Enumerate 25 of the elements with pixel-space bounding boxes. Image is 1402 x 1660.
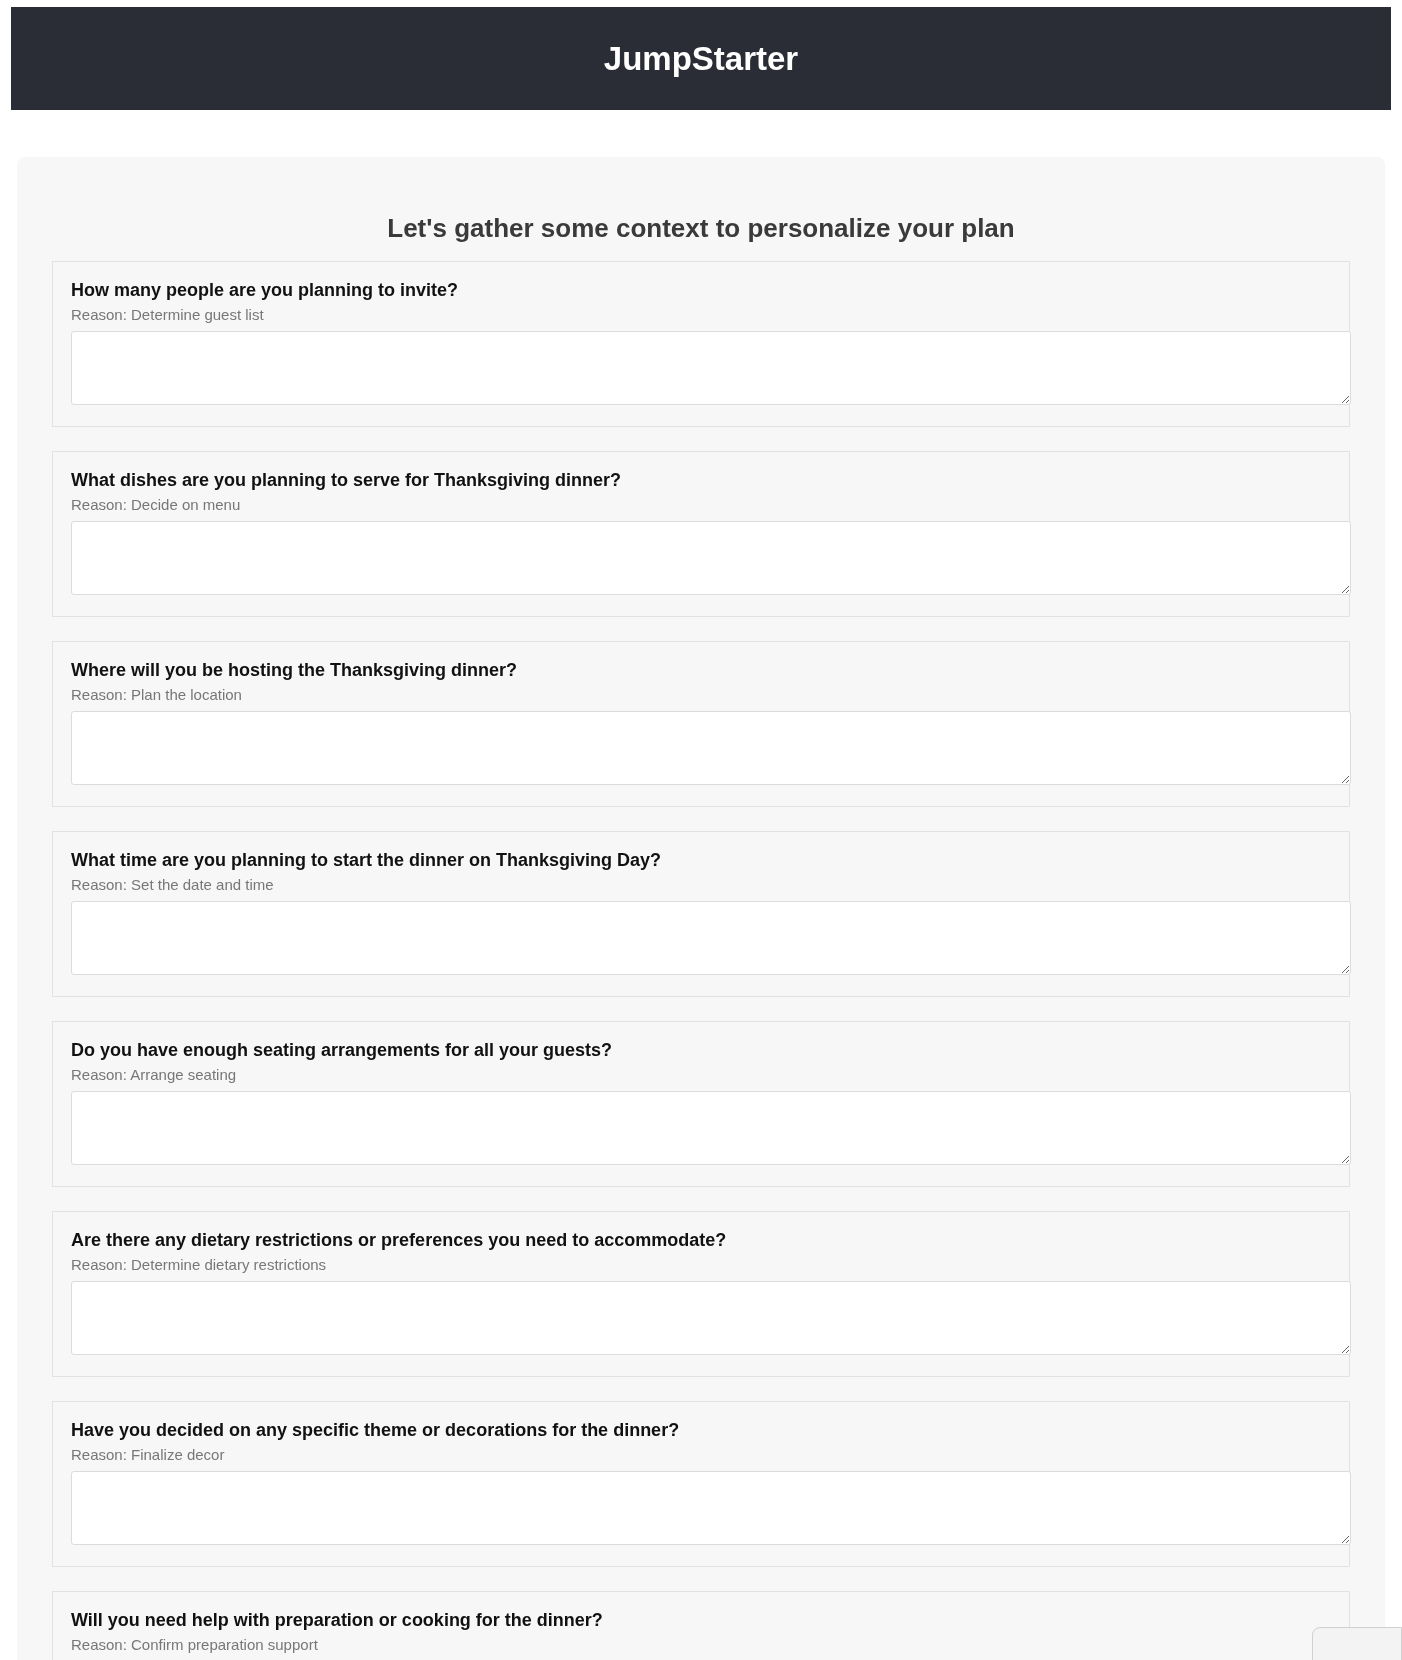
answer-field[interactable] [71,1471,1351,1545]
form-heading: Let's gather some context to personalize your plan [386,212,1016,245]
reason-text: Reason: Confirm preparation support [71,1635,319,1655]
reason-text: Reason: Set the date and time [71,875,275,895]
reason-text: Reason: Arrange seating [71,1065,238,1085]
question-label: What dishes are you planning to serve for Thanksgiving dinner? [71,469,623,492]
reason-text: Reason: Finalize decor [71,1445,226,1465]
question-label: How many people are you planning to invite? [71,279,460,302]
reason-text: Reason: Determine dietary restrictions [71,1255,328,1275]
question-label: Do you have enough seating arrangements for all your guests? [71,1039,614,1062]
question-label: Have you decided on any specific theme or decorations for the dinner? [71,1419,681,1442]
answer-field[interactable] [71,901,1351,975]
app-title: JumpStarter [603,38,799,79]
question-label: Are there any dietary restrictions or preferences you need to accommodate? [71,1229,728,1252]
answer-field[interactable] [71,331,1351,405]
reason-text: Reason: Determine guest list [71,305,265,325]
reason-text: Reason: Plan the location [71,685,243,705]
question-label: Will you need help with preparation or cooking for the dinner? [71,1609,604,1632]
question-label: What time are you planning to start the dinner on Thanksgiving Day? [71,849,663,872]
answer-field[interactable] [71,1091,1351,1165]
question-label: Where will you be hosting the Thanksgiving dinner? [71,659,519,682]
answer-field[interactable] [71,521,1351,595]
answer-field[interactable] [71,711,1351,785]
answer-field[interactable] [71,1281,1351,1355]
reason-text: Reason: Decide on menu [71,495,242,515]
